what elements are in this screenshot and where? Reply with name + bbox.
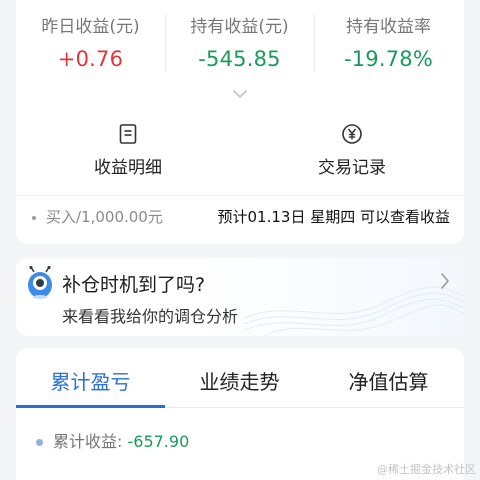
- legend-value: -657.90: [127, 432, 190, 451]
- buy-info-row: 买入/1,000.00元 预计01.13日 星期四 可以查看收益: [32, 206, 450, 227]
- stat-holding-profit: 持有收益(元) -545.85: [165, 12, 314, 71]
- rebalance-promo-card[interactable]: 补仓时机到了吗? 来看看我给你的调仓分析: [16, 258, 464, 336]
- holding-summary-card: 昨日收益(元) +0.76 持有收益(元) -545.85 持有收益率 -19.…: [16, 0, 464, 244]
- active-tab-indicator: [16, 405, 165, 408]
- yen-coin-icon: [342, 124, 362, 144]
- stat-label: 持有收益(元): [190, 17, 289, 37]
- legend-label: 累计收益:: [53, 432, 128, 451]
- buy-amount: 买入/1,000.00元: [32, 208, 163, 226]
- watermark: @稀土掘金技术社区: [377, 463, 476, 476]
- stat-value: +0.76: [57, 47, 124, 71]
- legend-dot: [36, 439, 43, 446]
- mascot-icon: [28, 266, 52, 299]
- divider: [16, 195, 464, 196]
- stat-value: -545.85: [198, 47, 281, 71]
- stat-holding-rate: 持有收益率 -19.78%: [314, 12, 463, 71]
- tab-cumulative-profit-loss[interactable]: 累计盈亏: [16, 366, 165, 395]
- stat-label: 昨日收益(元): [41, 17, 140, 37]
- wave-decoration: [244, 286, 464, 336]
- profit-available-notice: 预计01.13日 星期四 可以查看收益: [217, 208, 450, 226]
- expand-chevron-down-icon[interactable]: [232, 89, 248, 99]
- bullet-dot: [32, 215, 36, 220]
- chevron-right-icon: [441, 273, 449, 289]
- promo-title: 补仓时机到了吗?: [62, 274, 206, 296]
- document-icon: [119, 124, 137, 144]
- stat-yesterday-profit: 昨日收益(元) +0.76: [16, 12, 165, 71]
- profit-detail-button[interactable]: 收益明细: [58, 123, 198, 178]
- buy-amount-text: 买入/1,000.00元: [46, 208, 163, 226]
- stat-label: 持有收益率: [346, 17, 431, 37]
- cumulative-profit-legend: 累计收益: -657.90: [36, 428, 189, 452]
- stat-value: -19.78%: [343, 47, 434, 71]
- tab-nav-estimate[interactable]: 净值估算: [314, 366, 463, 395]
- tab-performance-trend[interactable]: 业绩走势: [165, 366, 314, 395]
- profit-detail-label: 收益明细: [94, 158, 162, 178]
- promo-subtitle: 来看看我给你的调仓分析: [62, 307, 239, 326]
- trade-records-button[interactable]: 交易记录: [282, 123, 422, 178]
- trade-records-label: 交易记录: [318, 158, 386, 178]
